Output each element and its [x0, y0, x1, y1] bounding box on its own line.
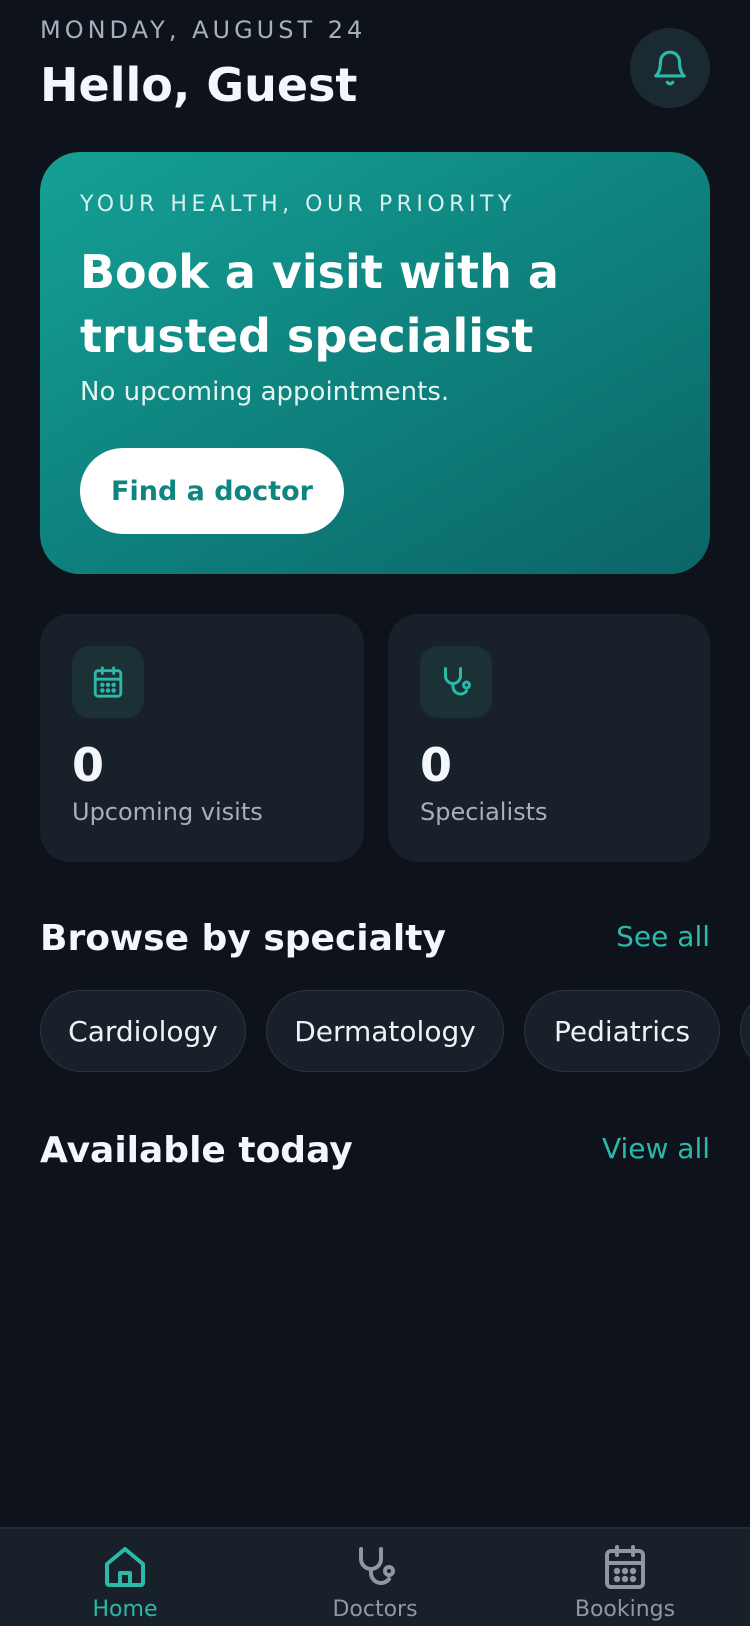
hero-title: Book a visit with a trusted specialist — [80, 245, 559, 363]
hero-eyebrow: YOUR HEALTH, OUR PRIORITY — [80, 192, 516, 217]
upcoming-visits-label: Upcoming visits — [72, 798, 263, 826]
specialty-chips: Cardiology Dermatology Pediatrics — [40, 990, 750, 1074]
view-all-link[interactable]: View all — [602, 1132, 710, 1165]
nav-doctors[interactable]: Doctors — [275, 1543, 475, 1622]
specialists-card[interactable]: 0 Specialists — [388, 614, 710, 862]
date-label: MONDAY, AUGUST 24 — [40, 16, 367, 44]
upcoming-visits-count: 0 — [72, 738, 105, 792]
calendar-icon — [605, 1545, 645, 1589]
nav-bookings[interactable]: Bookings — [525, 1543, 725, 1622]
hero-subtitle: No upcoming appointments. — [80, 377, 450, 407]
available-section-title: Available today — [40, 1130, 353, 1171]
notifications-button[interactable] — [630, 28, 710, 108]
specialists-label: Specialists — [420, 798, 548, 826]
calendar-icon — [72, 646, 144, 718]
stethoscope-icon — [359, 1547, 395, 1585]
specialty-section-title: Browse by specialty — [40, 918, 446, 959]
hero-card: YOUR HEALTH, OUR PRIORITY Book a visit w… — [40, 152, 710, 574]
greeting-title: Hello, Guest — [40, 58, 358, 112]
nav-doctors-label: Doctors — [332, 1597, 418, 1622]
nav-bookings-label: Bookings — [574, 1597, 676, 1622]
chip-cardiology[interactable]: Cardiology — [40, 990, 246, 1072]
see-all-link[interactable]: See all — [616, 920, 710, 953]
specialists-count: 0 — [420, 738, 453, 792]
nav-home-label: Home — [92, 1597, 158, 1622]
bottom-nav: Home Doctors Bookings — [0, 1527, 750, 1626]
stethoscope-icon — [420, 646, 492, 718]
find-doctor-button[interactable]: Find a doctor — [80, 448, 344, 534]
bell-icon — [654, 50, 686, 86]
chip-dermatology[interactable]: Dermatology — [266, 990, 504, 1072]
chip-more[interactable] — [740, 990, 750, 1072]
upcoming-visits-card[interactable]: 0 Upcoming visits — [40, 614, 364, 862]
chip-pediatrics[interactable]: Pediatrics — [524, 990, 720, 1072]
home-icon — [105, 1547, 145, 1587]
nav-home[interactable]: Home — [25, 1543, 225, 1622]
